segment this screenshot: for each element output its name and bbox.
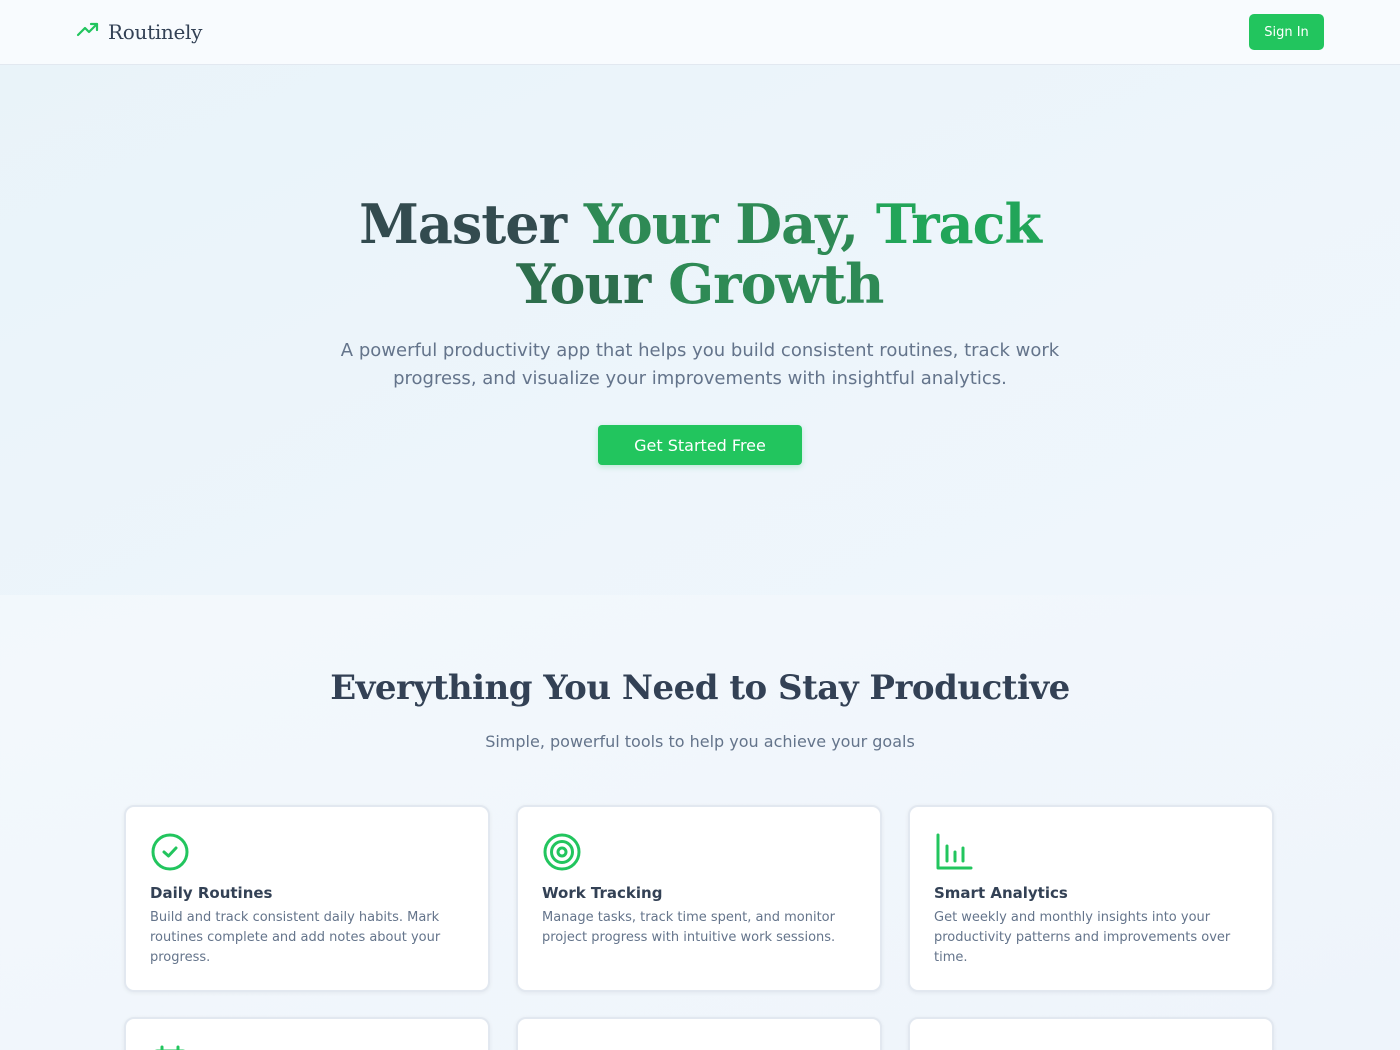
feature-card-description: Manage tasks, track time spent, and moni… <box>542 910 836 945</box>
bar-chart-icon <box>934 832 974 872</box>
brand-name: Routinely <box>108 20 203 44</box>
feature-card <box>908 1017 1274 1050</box>
brand-logo[interactable]: Routinely <box>76 18 202 46</box>
hero-title-word: Track <box>875 192 1042 256</box>
hero-title-line-2: Your Growth <box>300 254 1100 314</box>
hero-subtitle: A powerful productivity app that helps y… <box>340 340 1060 389</box>
hero-title: Master Your Day, Track Your Growth <box>300 194 1100 314</box>
hero-title-word: Day, <box>735 192 859 256</box>
hero-title-word: Your <box>583 192 719 256</box>
check-circle-icon <box>150 832 190 872</box>
top-navbar: Routinely Sign In <box>0 0 1400 65</box>
feature-card <box>516 1017 882 1050</box>
feature-card-description: Get weekly and monthly insights into you… <box>934 910 1231 965</box>
target-icon <box>542 832 582 872</box>
feature-card-title: Smart Analytics <box>934 884 1068 902</box>
hero-title-line-1: Master Your Day, Track <box>300 194 1100 254</box>
calendar-icon <box>150 1044 190 1050</box>
features-subtitle: Simple, powerful tools to help you achie… <box>485 732 915 751</box>
feature-card-work-tracking: Work Tracking Manage tasks, track time s… <box>516 805 882 992</box>
sign-in-button[interactable]: Sign In <box>1249 14 1324 50</box>
trending-up-icon <box>76 18 100 46</box>
feature-card-title: Work Tracking <box>542 884 663 902</box>
features-title: Everything You Need to Stay Productive <box>330 668 1070 708</box>
feature-card-description: Build and track consistent daily habits.… <box>150 910 441 965</box>
feature-card-daily-routines: Daily Routines Build and track consisten… <box>124 805 490 992</box>
hero-section: Master Your Day, Track Your Growth A pow… <box>0 65 1400 595</box>
hero-title-word: Growth <box>668 252 884 316</box>
feature-card-smart-analytics: Smart Analytics Get weekly and monthly i… <box>908 805 1274 992</box>
feature-icon <box>934 1044 974 1050</box>
hero-title-word: Master <box>359 192 567 256</box>
feature-card-title: Daily Routines <box>150 884 273 902</box>
get-started-button[interactable]: Get Started Free <box>598 425 802 465</box>
hero-title-word: Your <box>516 252 652 316</box>
feature-card <box>124 1017 490 1050</box>
